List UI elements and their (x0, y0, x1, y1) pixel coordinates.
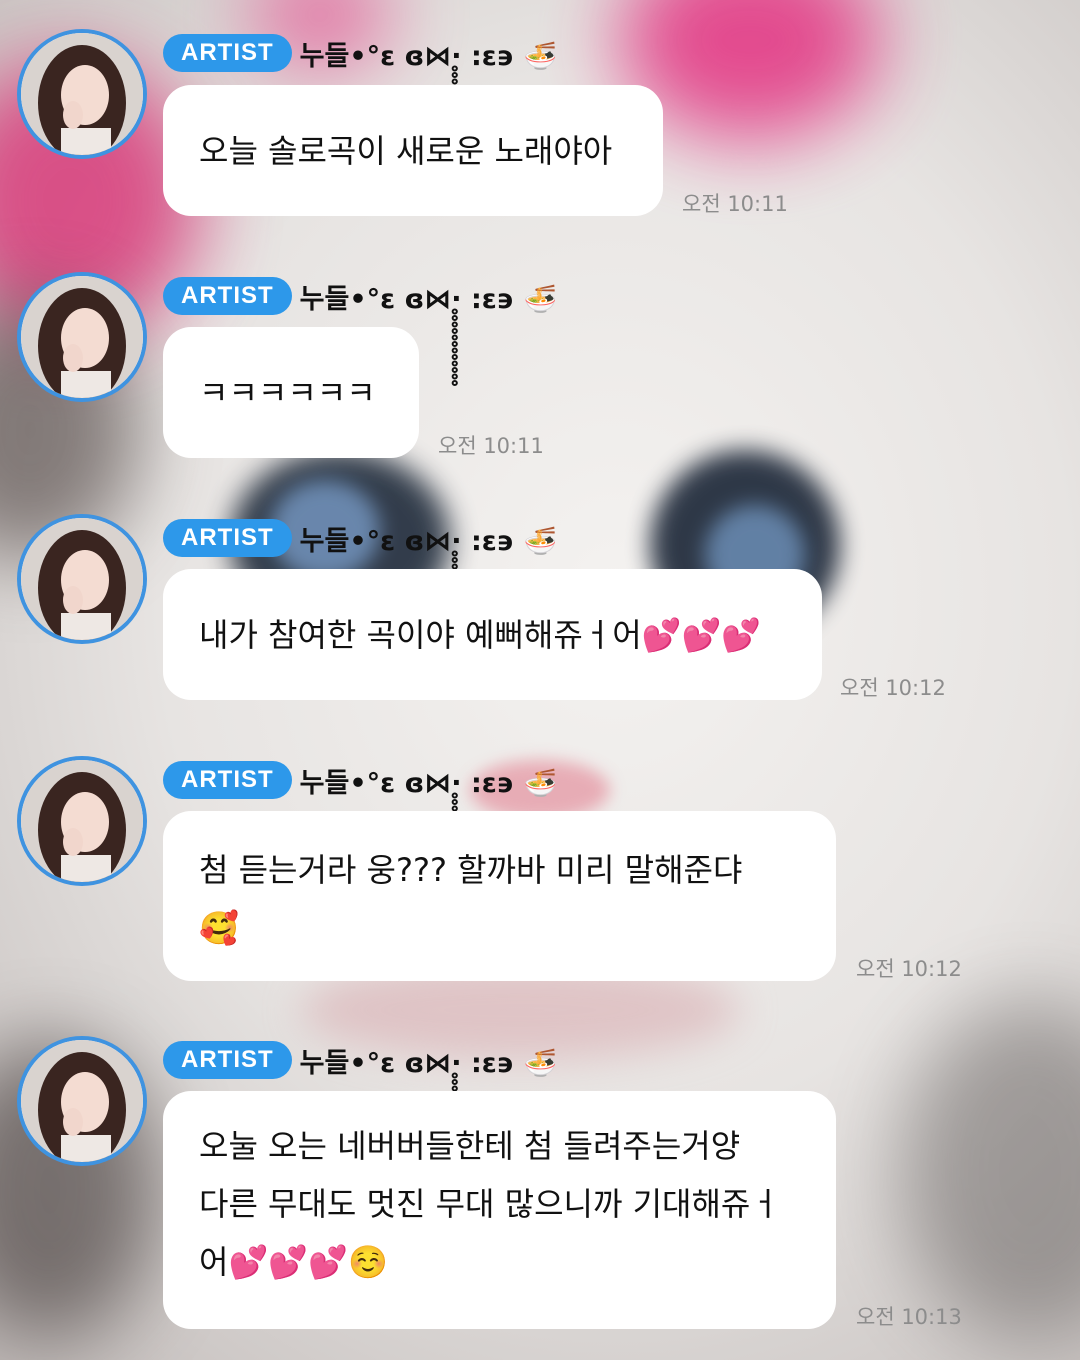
avatar[interactable] (17, 29, 147, 159)
chat-feed[interactable]: ARTIST 누들•°ε ɞ⋈·̥̥̥̥̥̥̥̥̥̥̥̥ :ε϶ 🍜 오늘 솔로… (0, 0, 1080, 1360)
message-time: 오전 10:13 (856, 1305, 962, 1329)
artist-badge: ARTIST (163, 277, 292, 315)
avatar[interactable] (17, 514, 147, 644)
avatar[interactable] (17, 1036, 147, 1166)
sender-row: ARTIST 누들•°ε ɞ⋈·̥̥̥̥̥̥̥̥̥̥̥̥ :ε϶ 🍜 (163, 760, 557, 800)
message-time: 오전 10:12 (856, 957, 962, 981)
message-time: 오전 10:11 (438, 434, 544, 458)
sender-row: ARTIST 누들•°ε ɞ⋈·̥̥̥̥̥̥̥̥̥̥̥̥ :ε϶ 🍜 (163, 518, 557, 558)
artist-badge: ARTIST (163, 34, 292, 72)
artist-badge: ARTIST (163, 519, 292, 557)
sender-row: ARTIST 누들•°ε ɞ⋈·̥̥̥̥̥̥̥̥̥̥̥̥ :ε϶ 🍜 (163, 33, 557, 73)
avatar[interactable] (17, 756, 147, 886)
message-bubble[interactable]: 오늘 솔로곡이 새로운 노래야아 (163, 85, 663, 216)
message-bubble[interactable]: 오눌 오는 네버버들한테 첨 들려주는거양 다른 무대도 멋진 무대 많으니까 … (163, 1091, 836, 1329)
artist-badge: ARTIST (163, 761, 292, 799)
message-time: 오전 10:12 (840, 676, 946, 700)
message-bubble[interactable]: 내가 참여한 곡이야 예뻐해쥬ㅓ어💕💕💕 (163, 569, 822, 700)
sender-name: 누들•°ε ɞ⋈·̥̥̥̥̥̥̥̥̥̥̥̥ :ε϶ 🍜 (299, 283, 558, 315)
sender-name: 누들•°ε ɞ⋈·̥̥̥̥̥̥̥̥̥̥̥̥ :ε϶ 🍜 (299, 767, 558, 799)
sender-row: ARTIST 누들•°ε ɞ⋈·̥̥̥̥̥̥̥̥̥̥̥̥ :ε϶ 🍜 (163, 276, 557, 316)
message-time: 오전 10:11 (682, 192, 788, 216)
avatar[interactable] (17, 272, 147, 402)
message-text: 오늘 솔로곡이 새로운 노래야아 (199, 132, 613, 170)
message-bubble[interactable]: ㅋㅋㅋㅋㅋㅋ (163, 327, 419, 458)
message-text: 첨 듣는거라 웅??? 할까바 미리 말해준댜 🥰 (199, 851, 743, 947)
message-text: 오눌 오는 네버버들한테 첨 들려주는거양 다른 무대도 멋진 무대 많으니까 … (199, 1127, 780, 1281)
message-text: ㅋㅋㅋㅋㅋㅋ (199, 374, 376, 412)
message-bubble[interactable]: 첨 듣는거라 웅??? 할까바 미리 말해준댜 🥰 (163, 811, 836, 981)
artist-badge: ARTIST (163, 1041, 292, 1079)
sender-name: 누들•°ε ɞ⋈·̥̥̥̥̥̥̥̥̥̥̥̥ :ε϶ 🍜 (299, 1047, 558, 1079)
sender-name: 누들•°ε ɞ⋈·̥̥̥̥̥̥̥̥̥̥̥̥ :ε϶ 🍜 (299, 525, 558, 557)
sender-row: ARTIST 누들•°ε ɞ⋈·̥̥̥̥̥̥̥̥̥̥̥̥ :ε϶ 🍜 (163, 1040, 557, 1080)
sender-name: 누들•°ε ɞ⋈·̥̥̥̥̥̥̥̥̥̥̥̥ :ε϶ 🍜 (299, 40, 558, 72)
message-text: 내가 참여한 곡이야 예뻐해쥬ㅓ어💕💕💕 (199, 616, 762, 654)
